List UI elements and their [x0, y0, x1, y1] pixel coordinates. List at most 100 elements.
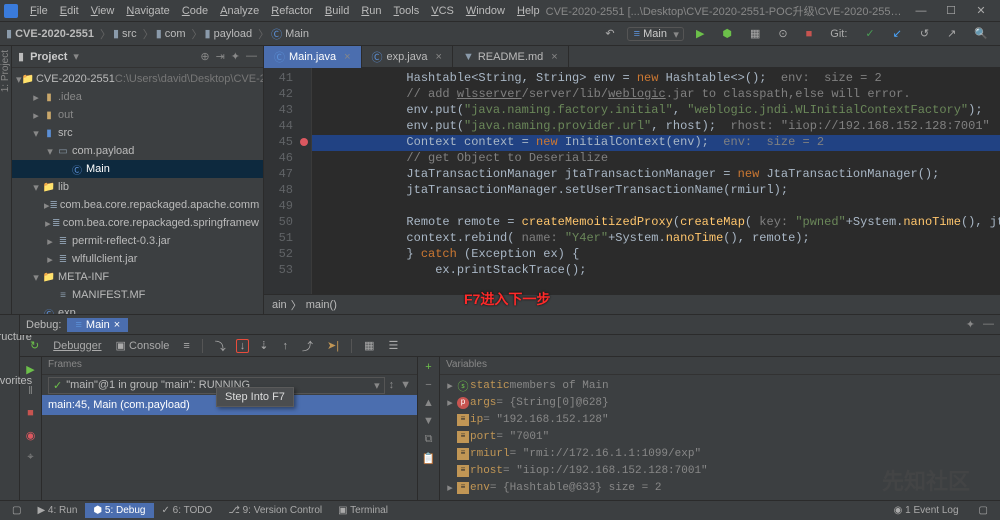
crumb-2[interactable]: main(): [306, 299, 337, 311]
code-line[interactable]: context.rebind( name: "Y4er"+System.nano…: [312, 231, 1000, 247]
status-item[interactable]: ⬢ 5: Debug: [85, 503, 153, 518]
hide-icon[interactable]: —: [246, 50, 257, 63]
project-view-select[interactable]: ▾: [73, 50, 79, 63]
menu-analyze[interactable]: Analyze: [214, 3, 265, 19]
mute-bp-icon[interactable]: ⌖: [23, 449, 39, 465]
status-lock-icon[interactable]: ▢: [971, 503, 996, 518]
gear-icon[interactable]: ✦: [231, 50, 240, 63]
back-button[interactable]: ↶: [599, 26, 620, 41]
git-revert-icon[interactable]: ↗: [941, 26, 962, 41]
variable-row[interactable]: ≡ rhost = "iiop://192.168.152.128:7001": [440, 462, 1000, 479]
menu-edit[interactable]: Edit: [54, 3, 85, 19]
status-item[interactable]: ✓ 6: TODO: [154, 503, 221, 518]
editor-tab[interactable]: Ⓒexp.java×: [362, 46, 453, 68]
gutter-line[interactable]: 42: [264, 87, 311, 103]
status-square-icon[interactable]: ▢: [4, 503, 29, 518]
status-item[interactable]: ⎇ 9: Version Control: [220, 503, 330, 518]
step-out-icon[interactable]: ↑: [279, 339, 293, 353]
tree-item[interactable]: ▸≣permit-reflect-0.3.jar: [12, 232, 263, 250]
breakpoints-icon[interactable]: ◉: [23, 427, 39, 443]
breadcrumb-root[interactable]: ▮CVE-2020-2551: [6, 27, 94, 40]
code-line[interactable]: ex.printStackTrace();: [312, 263, 1000, 279]
close-tab-icon[interactable]: ×: [551, 51, 557, 63]
force-step-into-icon[interactable]: ⇣: [255, 338, 272, 353]
menu-vcs[interactable]: VCS: [425, 3, 460, 19]
run-to-cursor-icon[interactable]: ➤|: [323, 338, 343, 353]
tree-item[interactable]: ▸▮out: [12, 106, 263, 124]
paste-icon[interactable]: 📋: [422, 452, 436, 465]
search-icon[interactable]: 🔍: [968, 26, 994, 41]
gutter-line[interactable]: 50: [264, 215, 311, 231]
breadcrumb-src[interactable]: ▮src: [113, 27, 137, 40]
resume-icon[interactable]: ▶: [23, 361, 39, 377]
menu-build[interactable]: Build: [319, 3, 355, 19]
code-line[interactable]: [312, 199, 1000, 215]
debug-gear-icon[interactable]: ✦: [966, 318, 975, 331]
minimize-button[interactable]: —: [906, 5, 936, 17]
status-item[interactable]: ▣ Terminal: [330, 503, 396, 518]
code-line[interactable]: Hashtable<String, String> env = new Hash…: [312, 71, 1000, 87]
variable-row[interactable]: ▸ⓢ static members of Main: [440, 377, 1000, 394]
step-into-icon[interactable]: ↓: [236, 339, 250, 353]
up-icon[interactable]: ▲: [423, 397, 434, 409]
trace-icon[interactable]: ☰: [385, 338, 403, 353]
git-commit-icon[interactable]: ✓: [859, 26, 880, 41]
gutter-line[interactable]: 47: [264, 167, 311, 183]
gutter-line[interactable]: 44: [264, 119, 311, 135]
new-watch-icon[interactable]: +: [425, 361, 431, 373]
maximize-button[interactable]: ☐: [936, 4, 966, 17]
code-line[interactable]: env.put("java.naming.provider.url", rhos…: [312, 119, 1000, 135]
subtab-debugger[interactable]: Debugger: [49, 339, 105, 353]
threads-icon[interactable]: ≡: [179, 339, 193, 353]
breadcrumb-payload[interactable]: ▮payload: [205, 27, 253, 40]
menu-refactor[interactable]: Refactor: [265, 3, 319, 19]
git-pull-icon[interactable]: ↙: [887, 26, 908, 41]
debug-tab-main[interactable]: ≡Main ×: [67, 318, 128, 332]
menu-view[interactable]: View: [85, 3, 121, 19]
variable-row[interactable]: ≡ rmiurl = "rmi://172.16.1.1:1099/exp": [440, 445, 1000, 462]
tree-item[interactable]: ▸≣wlfullclient.jar: [12, 250, 263, 268]
tree-item[interactable]: ▾📁CVE-2020-2551 C:\Users\david\Desktop\C…: [12, 70, 263, 88]
subtab-console[interactable]: ▣ Console: [112, 338, 174, 353]
run-config-select[interactable]: ≡ Main: [627, 27, 684, 41]
tree-item[interactable]: ▸≣com.bea.core.repackaged.springframew: [12, 214, 263, 232]
editor-tab[interactable]: ▼README.md×: [453, 46, 569, 68]
remove-watch-icon[interactable]: −: [425, 379, 431, 391]
code-line[interactable]: Context context = new InitialContext(env…: [312, 135, 1000, 151]
status-item[interactable]: ▶ 4: Run: [29, 503, 85, 518]
tree-item[interactable]: ▸▮.idea: [12, 88, 263, 106]
gutter-line[interactable]: 52: [264, 247, 311, 263]
debug-hide-icon[interactable]: —: [983, 318, 994, 331]
copy-icon[interactable]: ⧉: [425, 433, 433, 446]
frames-sort-icon[interactable]: ▼: [400, 379, 411, 391]
variable-row[interactable]: ▸p args = {String[0]@628}: [440, 394, 1000, 411]
menu-file[interactable]: File: [24, 3, 54, 19]
code-line[interactable]: // get Object to Deserialize: [312, 151, 1000, 167]
breadcrumb-main[interactable]: ⒸMain: [271, 26, 309, 42]
menu-help[interactable]: Help: [511, 3, 546, 19]
variable-row[interactable]: ≡ port = "7001": [440, 428, 1000, 445]
menu-navigate[interactable]: Navigate: [120, 3, 175, 19]
coverage-button[interactable]: ▦: [744, 26, 766, 41]
code-line[interactable]: // add wlsserver/server/lib/weblogic.jar…: [312, 87, 1000, 103]
close-tab-icon[interactable]: ×: [436, 51, 442, 63]
tree-item[interactable]: ⒸMain: [12, 160, 263, 178]
crumb-1[interactable]: ain: [272, 299, 287, 311]
menu-window[interactable]: Window: [460, 3, 511, 19]
gutter-line[interactable]: 45: [264, 135, 311, 151]
breadcrumb-com[interactable]: ▮com: [156, 27, 186, 40]
stop-button[interactable]: ■: [800, 27, 819, 41]
variable-row[interactable]: ≡ ip = "192.168.152.128": [440, 411, 1000, 428]
menu-run[interactable]: Run: [355, 3, 387, 19]
menu-tools[interactable]: Tools: [388, 3, 426, 19]
debug-button[interactable]: ⬢: [716, 26, 738, 41]
run-button[interactable]: ▶: [690, 26, 710, 41]
gutter-line[interactable]: 51: [264, 231, 311, 247]
tree-item[interactable]: ▾▮src: [12, 124, 263, 142]
gutter-line[interactable]: 48: [264, 183, 311, 199]
tab-project[interactable]: 1: Project: [0, 50, 11, 92]
drop-frame-icon[interactable]: ⤴: [298, 337, 317, 355]
breakpoint-icon[interactable]: [300, 138, 308, 146]
gutter-line[interactable]: 41: [264, 71, 311, 87]
tree-item[interactable]: ▸≣com.bea.core.repackaged.apache.comm: [12, 196, 263, 214]
